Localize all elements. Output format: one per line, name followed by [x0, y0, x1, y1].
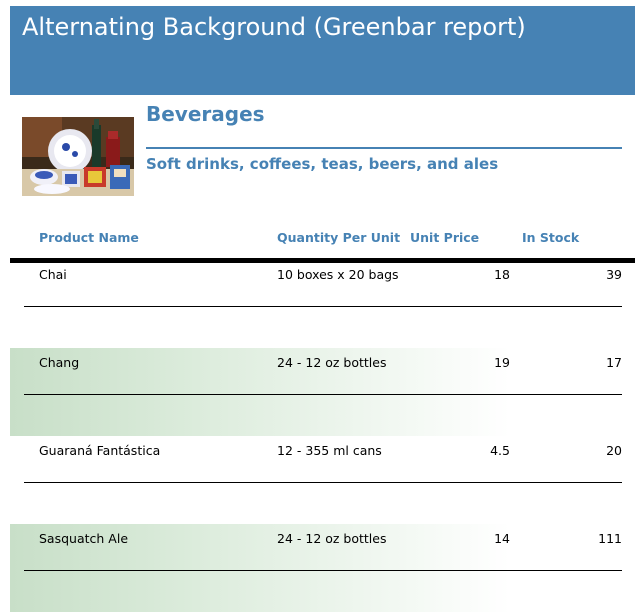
category-image [22, 117, 134, 196]
column-header-unit-price: Unit Price [410, 230, 480, 245]
column-header-quantity-per-unit: Quantity Per Unit [277, 230, 401, 245]
product-name: Chai [39, 267, 67, 282]
category-divider [146, 147, 622, 149]
product-name: Sasquatch Ale [39, 531, 129, 546]
product-name: Guaraná Fantástica [39, 443, 161, 458]
product-in-stock: 20 [606, 443, 622, 458]
row-divider [24, 482, 622, 483]
product-name: Chang [39, 355, 80, 370]
table-row: Chang 24 - 12 oz bottles 19 17 [10, 348, 635, 436]
product-unit-price: 4.5 [490, 443, 510, 458]
category-name: Beverages [146, 102, 265, 126]
row-divider [24, 306, 622, 307]
table-row: Chai 10 boxes x 20 bags 18 39 [10, 260, 635, 348]
table-row: Sasquatch Ale 24 - 12 oz bottles 14 111 [10, 524, 635, 612]
row-divider [24, 570, 622, 571]
table-row: Guaraná Fantástica 12 - 355 ml cans 4.5 … [10, 436, 635, 524]
product-quantity: 10 boxes x 20 bags [277, 267, 399, 282]
product-quantity: 24 - 12 oz bottles [277, 355, 387, 370]
product-table: Chai 10 boxes x 20 bags 18 39 Chang 24 -… [10, 260, 635, 612]
product-quantity: 12 - 355 ml cans [277, 443, 382, 458]
category-description: Soft drinks, coffees, teas, beers, and a… [146, 155, 499, 173]
column-header-in-stock: In Stock [522, 230, 580, 245]
product-unit-price: 14 [494, 531, 510, 546]
column-header-product-name: Product Name [39, 230, 139, 245]
product-quantity: 24 - 12 oz bottles [277, 531, 387, 546]
product-in-stock: 39 [606, 267, 622, 282]
product-unit-price: 18 [494, 267, 510, 282]
product-in-stock: 17 [606, 355, 622, 370]
report-title: Alternating Background (Greenbar report) [22, 13, 526, 41]
row-divider [24, 394, 622, 395]
product-in-stock: 111 [598, 531, 622, 546]
beverages-still-life-image [22, 117, 134, 196]
report-header: Alternating Background (Greenbar report) [10, 6, 635, 95]
product-unit-price: 19 [494, 355, 510, 370]
